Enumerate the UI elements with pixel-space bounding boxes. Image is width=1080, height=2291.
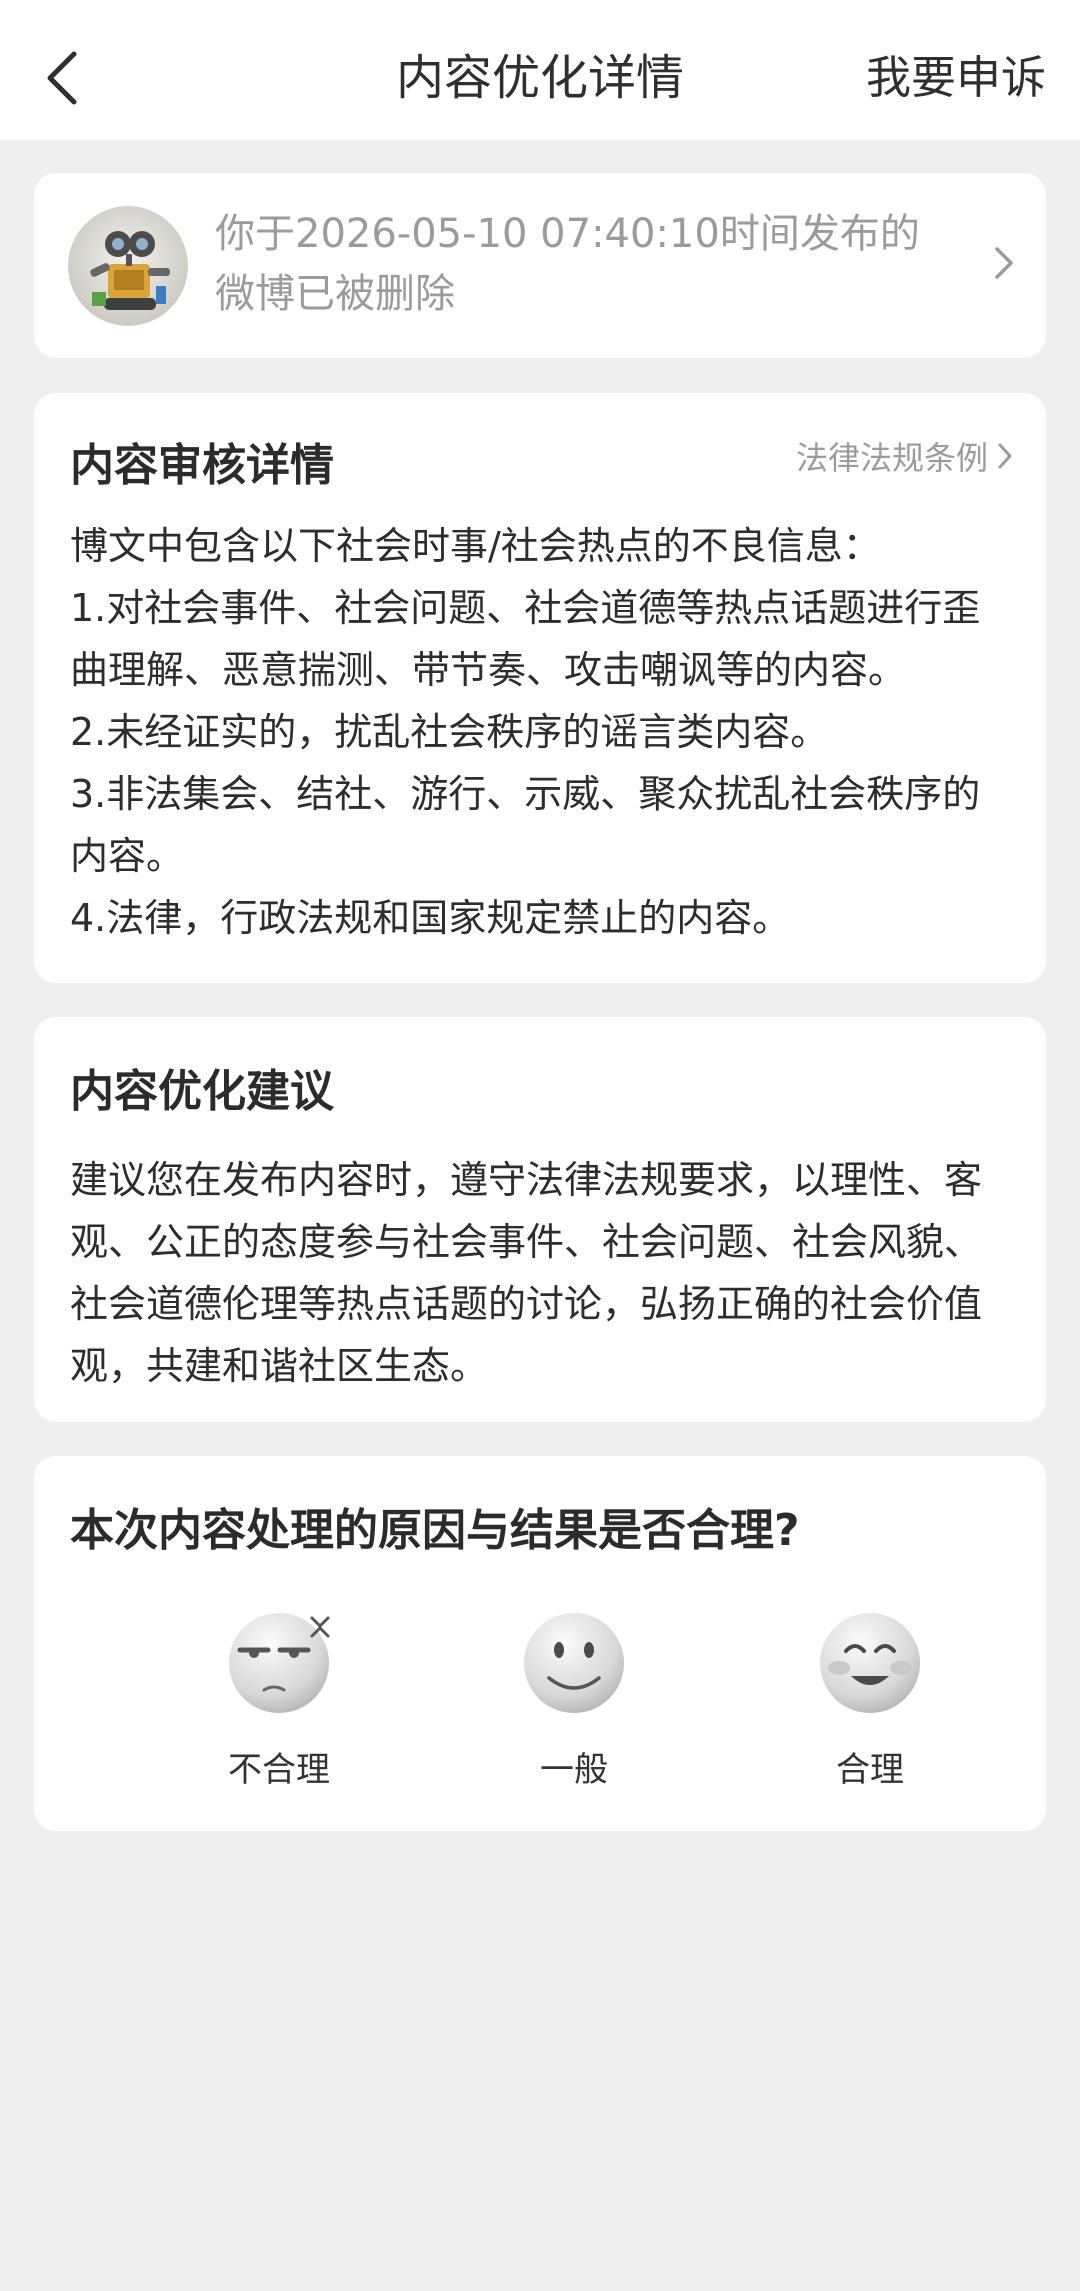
review-line: 博文中包含以下社会时事/社会热点的不良信息： bbox=[70, 524, 881, 568]
deleted-post-card[interactable]: 你于2026-05-10 07:40:10时间发布的微博已被删除 bbox=[34, 173, 1046, 358]
review-line: 3.非法集会、结社、游行、示威、聚众扰乱社会秩序的内容。 bbox=[70, 772, 981, 878]
rating-reasonable-label: 合理 bbox=[836, 1750, 904, 1790]
appeal-button[interactable]: 我要申诉 bbox=[866, 38, 1046, 118]
feedback-card: 本次内容处理的原因与结果是否合理? 不合理 一般 合理 bbox=[34, 1456, 1046, 1831]
optimization-advice-card: 内容优化建议 建议您在发布内容时，遵守法律法规要求，以理性、客观、公正的态度参与… bbox=[34, 1017, 1046, 1422]
review-line: 1.对社会事件、社会问题、社会道德等热点话题进行歪曲理解、恶意揣测、带节奏、攻击… bbox=[70, 586, 981, 692]
review-line: 4.法律，行政法规和国家规定禁止的内容。 bbox=[70, 896, 791, 940]
review-details-title: 内容审核详情 bbox=[70, 440, 334, 491]
rating-neutral-label: 一般 bbox=[540, 1750, 608, 1790]
chevron-right-icon bbox=[992, 243, 1016, 287]
rating-unreasonable-label: 不合理 bbox=[228, 1750, 330, 1790]
review-line: 2.未经证实的，扰乱社会秩序的谣言类内容。 bbox=[70, 710, 829, 754]
happy-face-icon bbox=[820, 1613, 920, 1713]
rating-reasonable-button[interactable]: 合理 bbox=[770, 1606, 970, 1791]
review-details-text: 博文中包含以下社会时事/社会热点的不良信息： 1.对社会事件、社会问题、社会道德… bbox=[70, 515, 1018, 949]
annoyed-face-icon bbox=[229, 1613, 330, 1713]
rating-unreasonable-button[interactable]: 不合理 bbox=[179, 1606, 379, 1791]
chevron-right-icon bbox=[998, 443, 1012, 469]
law-link-label: 法律法规条例 bbox=[795, 439, 988, 477]
top-bar: 内容优化详情 我要申诉 bbox=[0, 0, 1080, 140]
feedback-question: 本次内容处理的原因与结果是否合理? bbox=[70, 1505, 800, 1556]
neutral-face-icon bbox=[524, 1613, 624, 1713]
rating-neutral-button[interactable]: 一般 bbox=[474, 1606, 674, 1791]
deleted-post-notice: 你于2026-05-10 07:40:10时间发布的微博已被删除 bbox=[215, 211, 920, 317]
optimization-advice-title: 内容优化建议 bbox=[70, 1066, 334, 1117]
law-regulations-link[interactable]: 法律法规条例 bbox=[796, 433, 1014, 479]
optimization-advice-text: 建议您在发布内容时，遵守法律法规要求，以理性、客观、公正的态度参与社会事件、社会… bbox=[70, 1158, 983, 1388]
review-details-card: 内容审核详情 法律法规条例 博文中包含以下社会时事/社会热点的不良信息： 1.对… bbox=[34, 393, 1046, 983]
avatar bbox=[68, 206, 188, 326]
